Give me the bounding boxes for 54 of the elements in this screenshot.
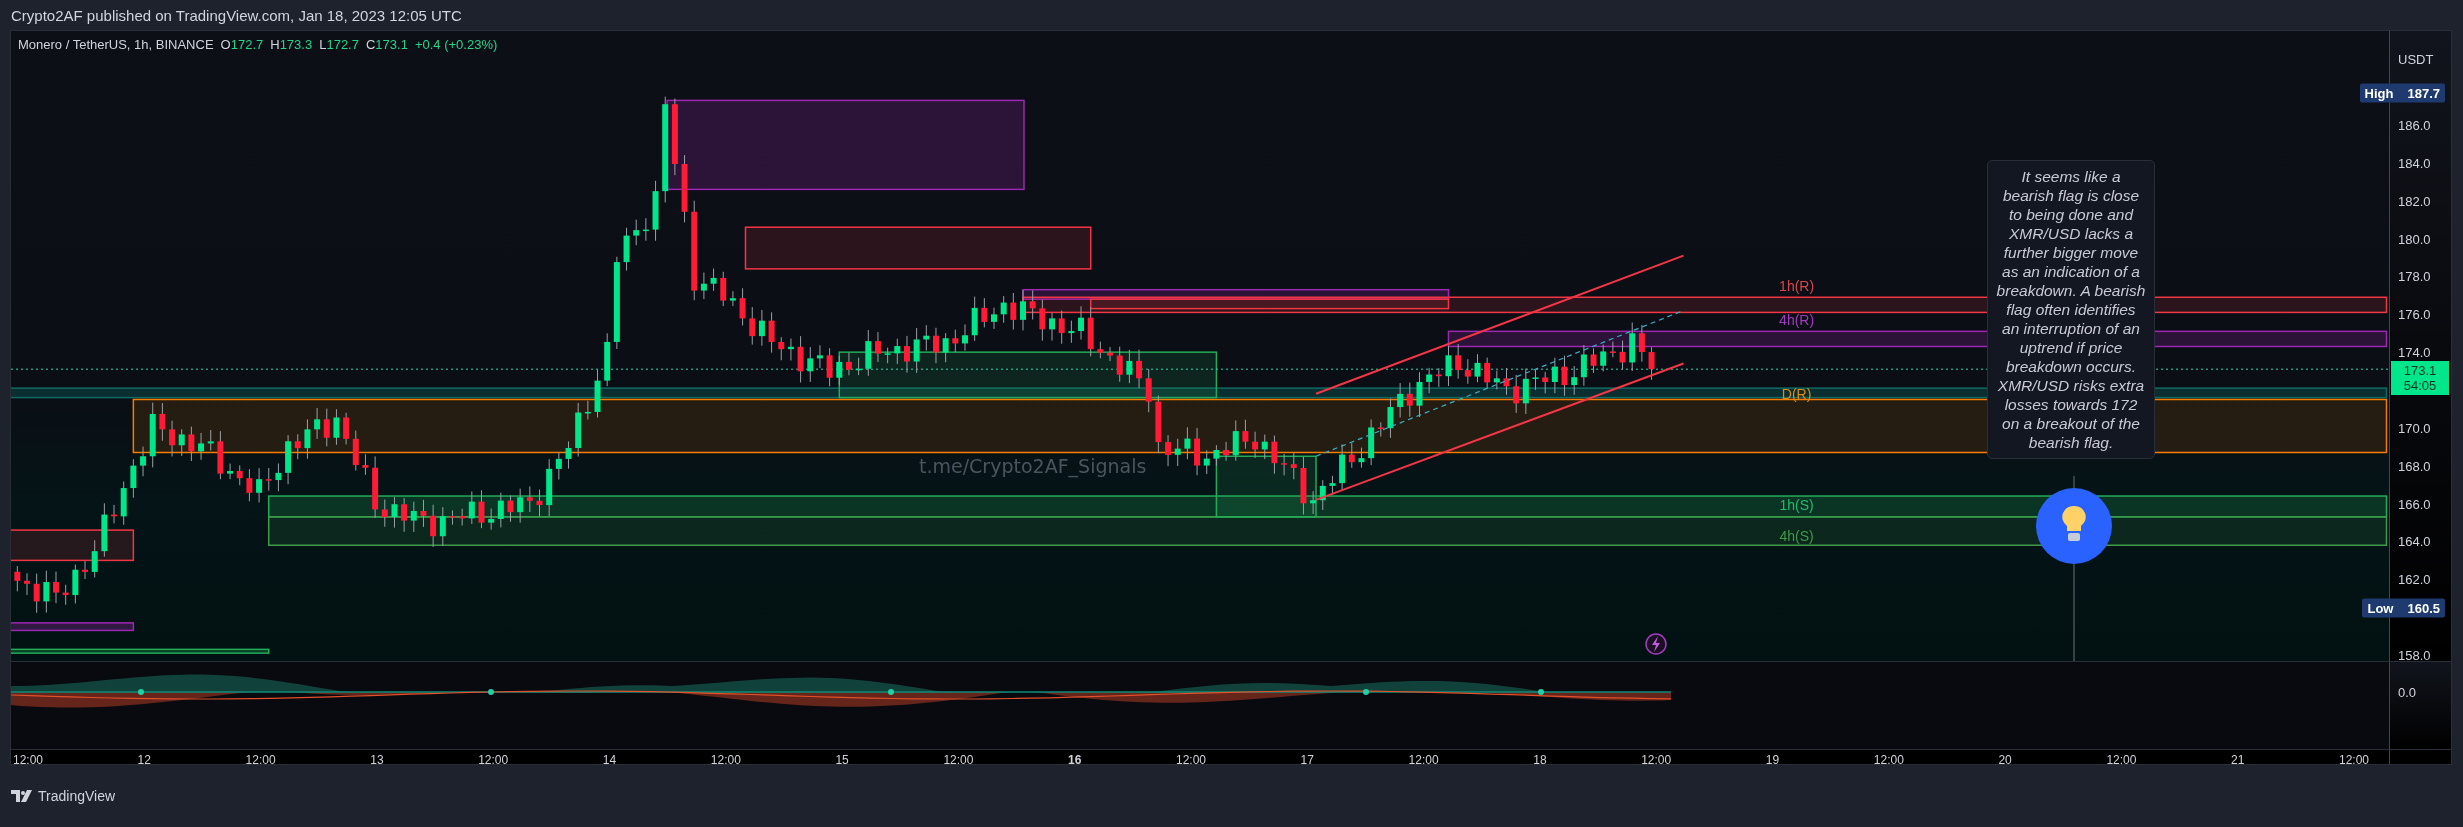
- price-tick: 162.0: [2398, 571, 2431, 587]
- time-tick: 12: [137, 753, 151, 767]
- zone-label: 1h(R): [1779, 277, 1815, 294]
- time-tick: 12:00: [2106, 753, 2137, 767]
- brand-name: TradingView: [38, 788, 116, 804]
- axis-unit: USDT: [2398, 51, 2434, 67]
- price-tick: 176.0: [2398, 306, 2431, 322]
- time-tick: 19: [1765, 753, 1780, 767]
- price-tick: 170.0: [2398, 420, 2431, 436]
- time-tick: 12:00: [1873, 753, 1904, 767]
- price-tick: 186.0: [2398, 117, 2431, 133]
- annotation-note: It seems like a bearish flag is close to being done and XMR/USD lacks a further bigger move as an indication of a breakdown. A bearish flag often identifies an interruption of an uptrend if price breakdown occurs. XMR/USD risks extra losses towards 172 on a breakout of the bearish flag.: [1987, 160, 2155, 459]
- last-price-badge: 173.1 54:05: [2391, 361, 2449, 396]
- time-tick: 12:00: [2339, 753, 2369, 767]
- time-tick: 12:00: [1176, 753, 1206, 767]
- ohlc-value: O172.7: [220, 37, 264, 52]
- time-tick: 18: [1533, 753, 1547, 767]
- time-tick: 17: [1300, 753, 1314, 767]
- price-tick: 168.0: [2398, 458, 2431, 474]
- price-tick: 174.0: [2398, 344, 2431, 360]
- indicator-tick: 0.0: [2398, 684, 2417, 700]
- price-tick: 166.0: [2398, 496, 2431, 512]
- time-tick: 12:00: [245, 753, 276, 767]
- price-tick: 178.0: [2398, 268, 2431, 284]
- zone-label: D(R): [1781, 385, 1812, 402]
- zone-label: 4h(S): [1779, 527, 1814, 544]
- channel-link-text: t.me/Crypto2AF_Signals: [919, 455, 1147, 478]
- time-tick: 12:00: [478, 753, 509, 767]
- time-tick: 12:00: [710, 753, 741, 767]
- price-tick: 158.0: [2398, 647, 2431, 663]
- time-tick: 14: [602, 753, 617, 767]
- time-tick: 12:00: [943, 753, 974, 767]
- price-tick: 164.0: [2398, 533, 2431, 549]
- time-tick: 12:00: [1408, 753, 1439, 767]
- time-tick: 12:00: [1641, 753, 1672, 767]
- price-tick: 184.0: [2398, 155, 2431, 171]
- low-price-badge: Low 160.5: [2362, 598, 2445, 618]
- price-tick: 182.0: [2398, 193, 2431, 209]
- time-tick: 20: [1998, 753, 2012, 767]
- time-tick: 12:00: [13, 753, 43, 767]
- time-tick: 13: [370, 753, 384, 767]
- price-change: +0.4 (+0.23%): [414, 37, 498, 52]
- high-price-badge: High 187.7: [2359, 83, 2445, 103]
- ohlc-value: C173.1: [365, 37, 408, 52]
- ohlc-value: H173.3: [270, 37, 313, 52]
- symbol-title: Monero / TetherUS, 1h, BINANCE: [18, 37, 214, 52]
- time-tick: 21: [2231, 753, 2245, 767]
- price-tick: 180.0: [2398, 231, 2431, 247]
- ohlc-value: L172.7: [319, 37, 359, 52]
- time-tick: 15: [835, 753, 849, 767]
- zone-label: 4h(R): [1779, 311, 1815, 328]
- zone-label: 1h(S): [1779, 497, 1814, 514]
- publisher-line: Crypto2AF published on TradingView.com, Jan 18, 2023 12:05 UTC: [11, 6, 462, 24]
- time-tick: 16: [1068, 753, 1082, 767]
